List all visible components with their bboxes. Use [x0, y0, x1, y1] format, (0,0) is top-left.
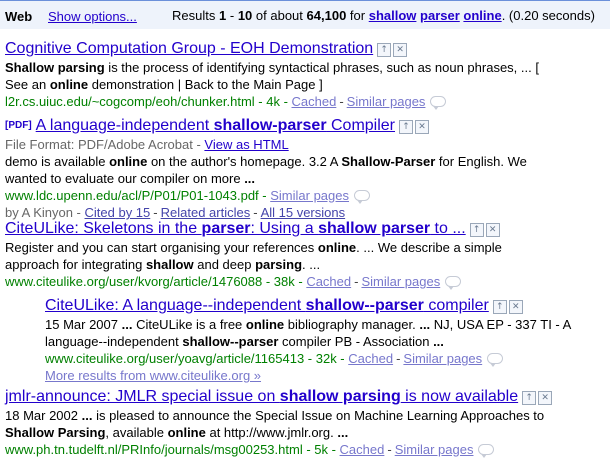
comment-icon[interactable] [430, 96, 447, 110]
similar-pages-link[interactable]: Similar pages [270, 188, 349, 203]
results-prefix: Results [172, 8, 216, 23]
comment-icon[interactable] [478, 444, 495, 458]
results-header-bar: Web Show options... Results 1 - 10 of ab… [0, 0, 610, 29]
search-result: CiteULike: Skeletons in the parser: Usin… [5, 218, 502, 290]
promote-icon[interactable]: ↑ [399, 120, 414, 134]
result-snippet: wanted to evaluate our compiler on more … [5, 171, 256, 186]
promote-icon[interactable]: ↑ [492, 300, 507, 314]
total-count: 64,100 [306, 8, 347, 23]
query-term-online[interactable]: online [463, 8, 501, 23]
result-url: www.ph.tn.tudelft.nl/PRInfo/journals/msg… [5, 442, 340, 457]
view-as-html-link[interactable]: View as HTML [204, 137, 288, 152]
similar-pages-link[interactable]: Similar pages [395, 442, 474, 457]
search-time: (0.20 seconds) [508, 8, 595, 23]
result-snippet: approach for integrating shallow and dee… [5, 257, 321, 272]
comment-icon[interactable] [354, 190, 370, 204]
result-url: www.ldc.upenn.edu/acl/P/P01/P01-1043.pdf… [5, 188, 271, 203]
result-actions: ↑ ✕ [399, 115, 431, 135]
result-title-link[interactable]: CiteULike: A language--independent shall… [45, 297, 489, 314]
result-url: l2r.cs.uiuc.edu/~cogcomp/eoh/chunker.htm… [5, 94, 292, 109]
search-result-indented: CiteULike: A language--independent shall… [45, 295, 572, 383]
remove-icon[interactable]: ✕ [415, 120, 430, 134]
cached-link[interactable]: Cached [292, 94, 337, 109]
cached-link[interactable]: Cached [340, 442, 385, 457]
result-url: www.citeulike.org/user/yoavg/article/116… [45, 351, 349, 366]
remove-icon[interactable]: ✕ [485, 223, 500, 237]
result-title-link[interactable]: CiteULike: Skeletons in the parser: Usin… [5, 220, 466, 237]
search-result: [PDF] A language-independent shallow-pars… [5, 115, 527, 220]
pdf-badge: [PDF] [5, 120, 32, 131]
of-about: of about [255, 8, 303, 23]
result-actions: ↑ ✕ [522, 386, 554, 406]
result-actions: ↑ ✕ [469, 218, 502, 238]
result-title-link[interactable]: A language-independent shallow-parser Co… [36, 117, 395, 134]
result-title-link[interactable]: Cognitive Computation Group - EOH Demons… [5, 40, 373, 57]
cached-link[interactable]: Cached [306, 274, 351, 289]
more-results-link[interactable]: More results from www.citeulike.org » [45, 368, 261, 383]
result-snippet: Shallow parsing is the process of identi… [5, 60, 539, 75]
comment-icon[interactable] [445, 276, 462, 290]
comment-icon[interactable] [487, 353, 504, 367]
similar-pages-link[interactable]: Similar pages [403, 351, 482, 366]
search-result: Cognitive Computation Group - EOH Demons… [5, 38, 539, 110]
query-term-parser[interactable]: parser [420, 8, 460, 23]
similar-pages-link[interactable]: Similar pages [361, 274, 440, 289]
result-title-link[interactable]: jmlr-announce: JMLR special issue on sha… [5, 388, 518, 405]
web-label: Web [5, 9, 33, 24]
result-snippet: Register and you can start organising yo… [5, 240, 502, 255]
for-label: for [349, 8, 366, 23]
range-start: 1 [218, 8, 227, 23]
result-url: www.citeulike.org/user/kvorg/article/147… [5, 274, 307, 289]
promote-icon[interactable]: ↑ [522, 391, 537, 405]
range-end: 10 [237, 8, 253, 23]
remove-icon[interactable]: ✕ [393, 43, 408, 57]
search-result: jmlr-announce: JMLR special issue on sha… [5, 386, 554, 458]
promote-icon[interactable]: ↑ [469, 223, 484, 237]
range-sep: - [229, 8, 235, 23]
results-stats: Results 1 - 10 of about 64,100 for shall… [172, 8, 595, 23]
remove-icon[interactable]: ✕ [538, 391, 553, 405]
cached-link[interactable]: Cached [348, 351, 393, 366]
show-options-link[interactable]: Show options... [48, 9, 137, 24]
result-actions: ↑ ✕ [492, 295, 525, 315]
result-snippet: See an online demonstration | Back to th… [5, 77, 323, 92]
remove-icon[interactable]: ✕ [508, 300, 523, 314]
result-snippet: 15 Mar 2007 ... CiteULike is a free onli… [45, 317, 572, 332]
promote-icon[interactable]: ↑ [377, 43, 392, 57]
file-format-label: File Format: PDF/Adobe Acrobat - [5, 137, 205, 152]
result-snippet: language--independent shallow--parser co… [45, 334, 444, 349]
result-snippet: demo is available online on the author's… [5, 154, 527, 169]
result-snippet: Shallow Parsing, available online at htt… [5, 425, 349, 440]
result-actions: ↑ ✕ [377, 38, 409, 58]
similar-pages-link[interactable]: Similar pages [347, 94, 426, 109]
query-term-shallow[interactable]: shallow [369, 8, 417, 23]
result-snippet: 18 Mar 2002 ... is pleased to announce t… [5, 408, 545, 423]
